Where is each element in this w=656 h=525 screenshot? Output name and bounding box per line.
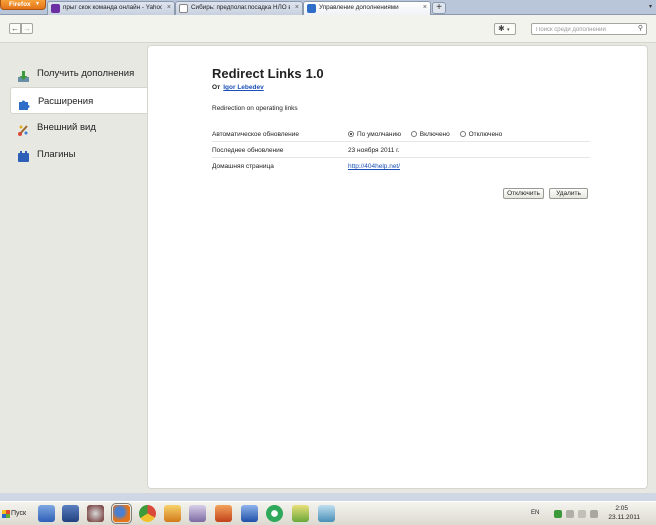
start-button[interactable]: Пуск	[0, 504, 30, 523]
tab-title: прыг скок команда онлайн - Yahoo! Vid...	[63, 4, 162, 11]
clock-date[interactable]: 23.11.2011	[608, 514, 640, 521]
tray-app-icon[interactable]	[554, 510, 562, 518]
app-icon-triangle[interactable]	[241, 505, 258, 522]
tab-ufo-article[interactable]: Сибирь: предполаг.посадка НЛО в Ус... ×	[175, 1, 303, 15]
addon-detail-panel: Redirect Links 1.0 От Igor Lebedev Redirec…	[147, 45, 648, 489]
radio-circle-icon	[348, 131, 354, 137]
firefox-menu-label: Firefox	[9, 1, 31, 8]
tab-strip: Firefox ▼ прыг скок команда онлайн - Yah…	[0, 0, 656, 16]
tab-title: Управление дополнениями	[319, 4, 399, 11]
radio-label: Включено	[419, 131, 450, 138]
close-tab-icon[interactable]: ×	[295, 2, 299, 14]
radio-circle-icon	[459, 131, 466, 137]
radio-disabled[interactable]: Отключено	[459, 127, 503, 142]
disable-button[interactable]: Отключить	[503, 188, 544, 199]
forward-arrow-icon: →	[23, 24, 31, 33]
system-tray: EN 2:05 23.11.2011	[528, 504, 656, 524]
sidebar-item-appearance[interactable]: Внешний вид	[10, 114, 147, 141]
chrome-icon[interactable]	[139, 505, 156, 522]
detail-label: Последнее обновление	[212, 147, 284, 154]
windows-flag-icon	[2, 510, 10, 518]
sidebar-item-extensions[interactable]: Расширения	[10, 87, 147, 114]
sidebar-item-label: Получить дополнения	[37, 68, 135, 79]
puzzle-icon	[18, 95, 31, 110]
firefox-icon[interactable]	[111, 503, 132, 524]
category-sidebar: Получить дополнения Расширения Внешний в…	[0, 43, 148, 493]
app-icon-cat[interactable]	[164, 505, 181, 522]
back-arrow-icon: ←	[11, 24, 19, 33]
sidebar-item-label: Расширения	[38, 96, 94, 107]
floppy-disk-icon[interactable]	[62, 505, 79, 522]
author-link[interactable]: Igor Lebedev	[223, 84, 263, 91]
auto-update-radio-group: По умолчанию Включено Отключено	[348, 127, 510, 142]
plugin-block-icon	[17, 148, 30, 162]
puzzle-icon	[307, 4, 316, 13]
word-icon[interactable]	[38, 505, 55, 522]
radio-label: Отключено	[468, 131, 503, 138]
remove-button[interactable]: Удалить	[549, 188, 588, 199]
sidebar-item-label: Внешний вид	[37, 122, 96, 133]
sidebar-item-get-addons[interactable]: Получить дополнения	[10, 60, 147, 87]
chevron-down-icon: ▼	[35, 1, 40, 7]
author-prefix: От	[212, 84, 221, 91]
paintbrush-icon	[17, 121, 30, 136]
sidebar-item-label: Плагины	[37, 149, 76, 160]
detail-label: Автоматическое обновление	[212, 131, 300, 138]
search-icon[interactable]: ⚲	[638, 24, 643, 32]
start-label: Пуск	[11, 510, 27, 517]
yahoo-icon	[51, 4, 60, 13]
addons-manager: Получить дополнения Расширения Внешний в…	[0, 43, 656, 493]
close-tab-icon[interactable]: ×	[423, 2, 427, 14]
taskbar: Пуск EN 2:05 23.11.2011	[0, 501, 656, 525]
addons-search-box: ⚲	[531, 23, 647, 35]
radio-enabled[interactable]: Включено	[410, 127, 450, 142]
download-icon	[17, 67, 30, 82]
back-button[interactable]: ←	[9, 23, 21, 34]
tab-list-button[interactable]: ▾	[649, 3, 652, 10]
sidebar-item-plugins[interactable]: Плагины	[10, 141, 147, 168]
speaker-icon[interactable]	[590, 510, 598, 518]
radio-label: По умолчанию	[357, 131, 401, 138]
addon-name: Redirect Links	[212, 66, 302, 81]
addons-toolbar: ← → ✱ ▾ ⚲	[0, 15, 656, 43]
tray-network-icon[interactable]	[566, 510, 574, 518]
last-updated-value: 23 ноября 2011 г.	[348, 147, 400, 154]
chart-app-icon[interactable]	[292, 505, 309, 522]
firefox-menu-button[interactable]: Firefox ▼	[0, 0, 46, 10]
page-icon	[179, 4, 188, 13]
language-indicator[interactable]: EN	[531, 510, 539, 516]
chevron-down-icon: ▾	[506, 27, 510, 33]
app-icon-bag[interactable]	[215, 505, 232, 522]
add-circle-icon[interactable]	[266, 505, 283, 522]
gear-icon: ✱	[498, 24, 505, 33]
tools-menu-button[interactable]: ✱ ▾	[494, 23, 516, 35]
addons-search-input[interactable]	[532, 25, 632, 35]
tab-addons-manager[interactable]: Управление дополнениями ×	[303, 1, 431, 16]
tab-title: Сибирь: предполаг.посадка НЛО в Ус...	[191, 4, 290, 11]
app-icon-window[interactable]	[318, 505, 335, 522]
new-tab-button[interactable]: +	[432, 2, 446, 14]
forward-button[interactable]: →	[21, 23, 33, 34]
app-icon-people[interactable]	[189, 505, 206, 522]
addon-title: Redirect Links 1.0	[212, 66, 324, 81]
detail-row-homepage: Домашняя страница http://404help.net/	[212, 159, 590, 174]
flag-icon[interactable]	[578, 510, 586, 518]
tab-yahoo-video[interactable]: прыг скок команда онлайн - Yahoo! Vid...…	[47, 1, 175, 15]
addon-description: Redirection on operating links	[212, 105, 298, 112]
addon-author-line: От Igor Lebedev	[212, 84, 264, 91]
clock-time[interactable]: 2:05	[615, 505, 628, 512]
detail-label: Домашняя страница	[212, 163, 274, 170]
close-tab-icon[interactable]: ×	[167, 2, 171, 14]
addon-version: 1.0	[305, 66, 324, 81]
media-player-icon[interactable]	[87, 505, 104, 522]
homepage-link[interactable]: http://404help.net/	[348, 159, 400, 174]
detail-row-auto-update: Автоматическое обновление По умолчанию В…	[212, 127, 590, 142]
radio-circle-icon	[410, 131, 417, 137]
radio-default[interactable]: По умолчанию	[348, 127, 401, 142]
detail-row-last-updated: Последнее обновление 23 ноября 2011 г.	[212, 143, 590, 158]
